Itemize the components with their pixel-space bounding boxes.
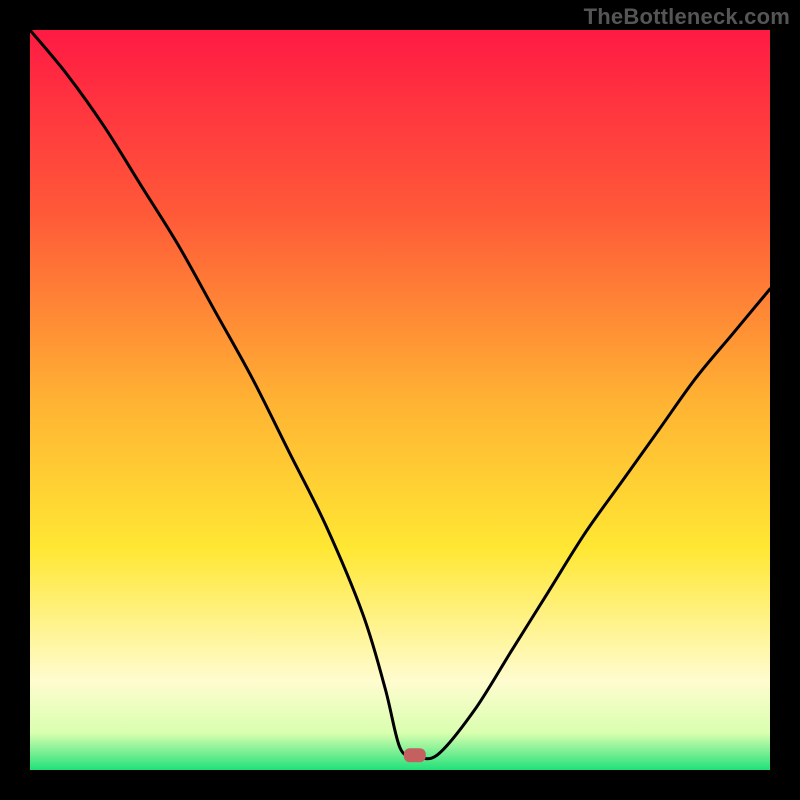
bottleneck-chart — [30, 30, 770, 770]
watermark-text: TheBottleneck.com — [584, 4, 790, 30]
minimum-marker — [404, 748, 426, 762]
gradient-background — [30, 30, 770, 770]
plot-area — [30, 30, 770, 770]
chart-frame: TheBottleneck.com — [0, 0, 800, 800]
